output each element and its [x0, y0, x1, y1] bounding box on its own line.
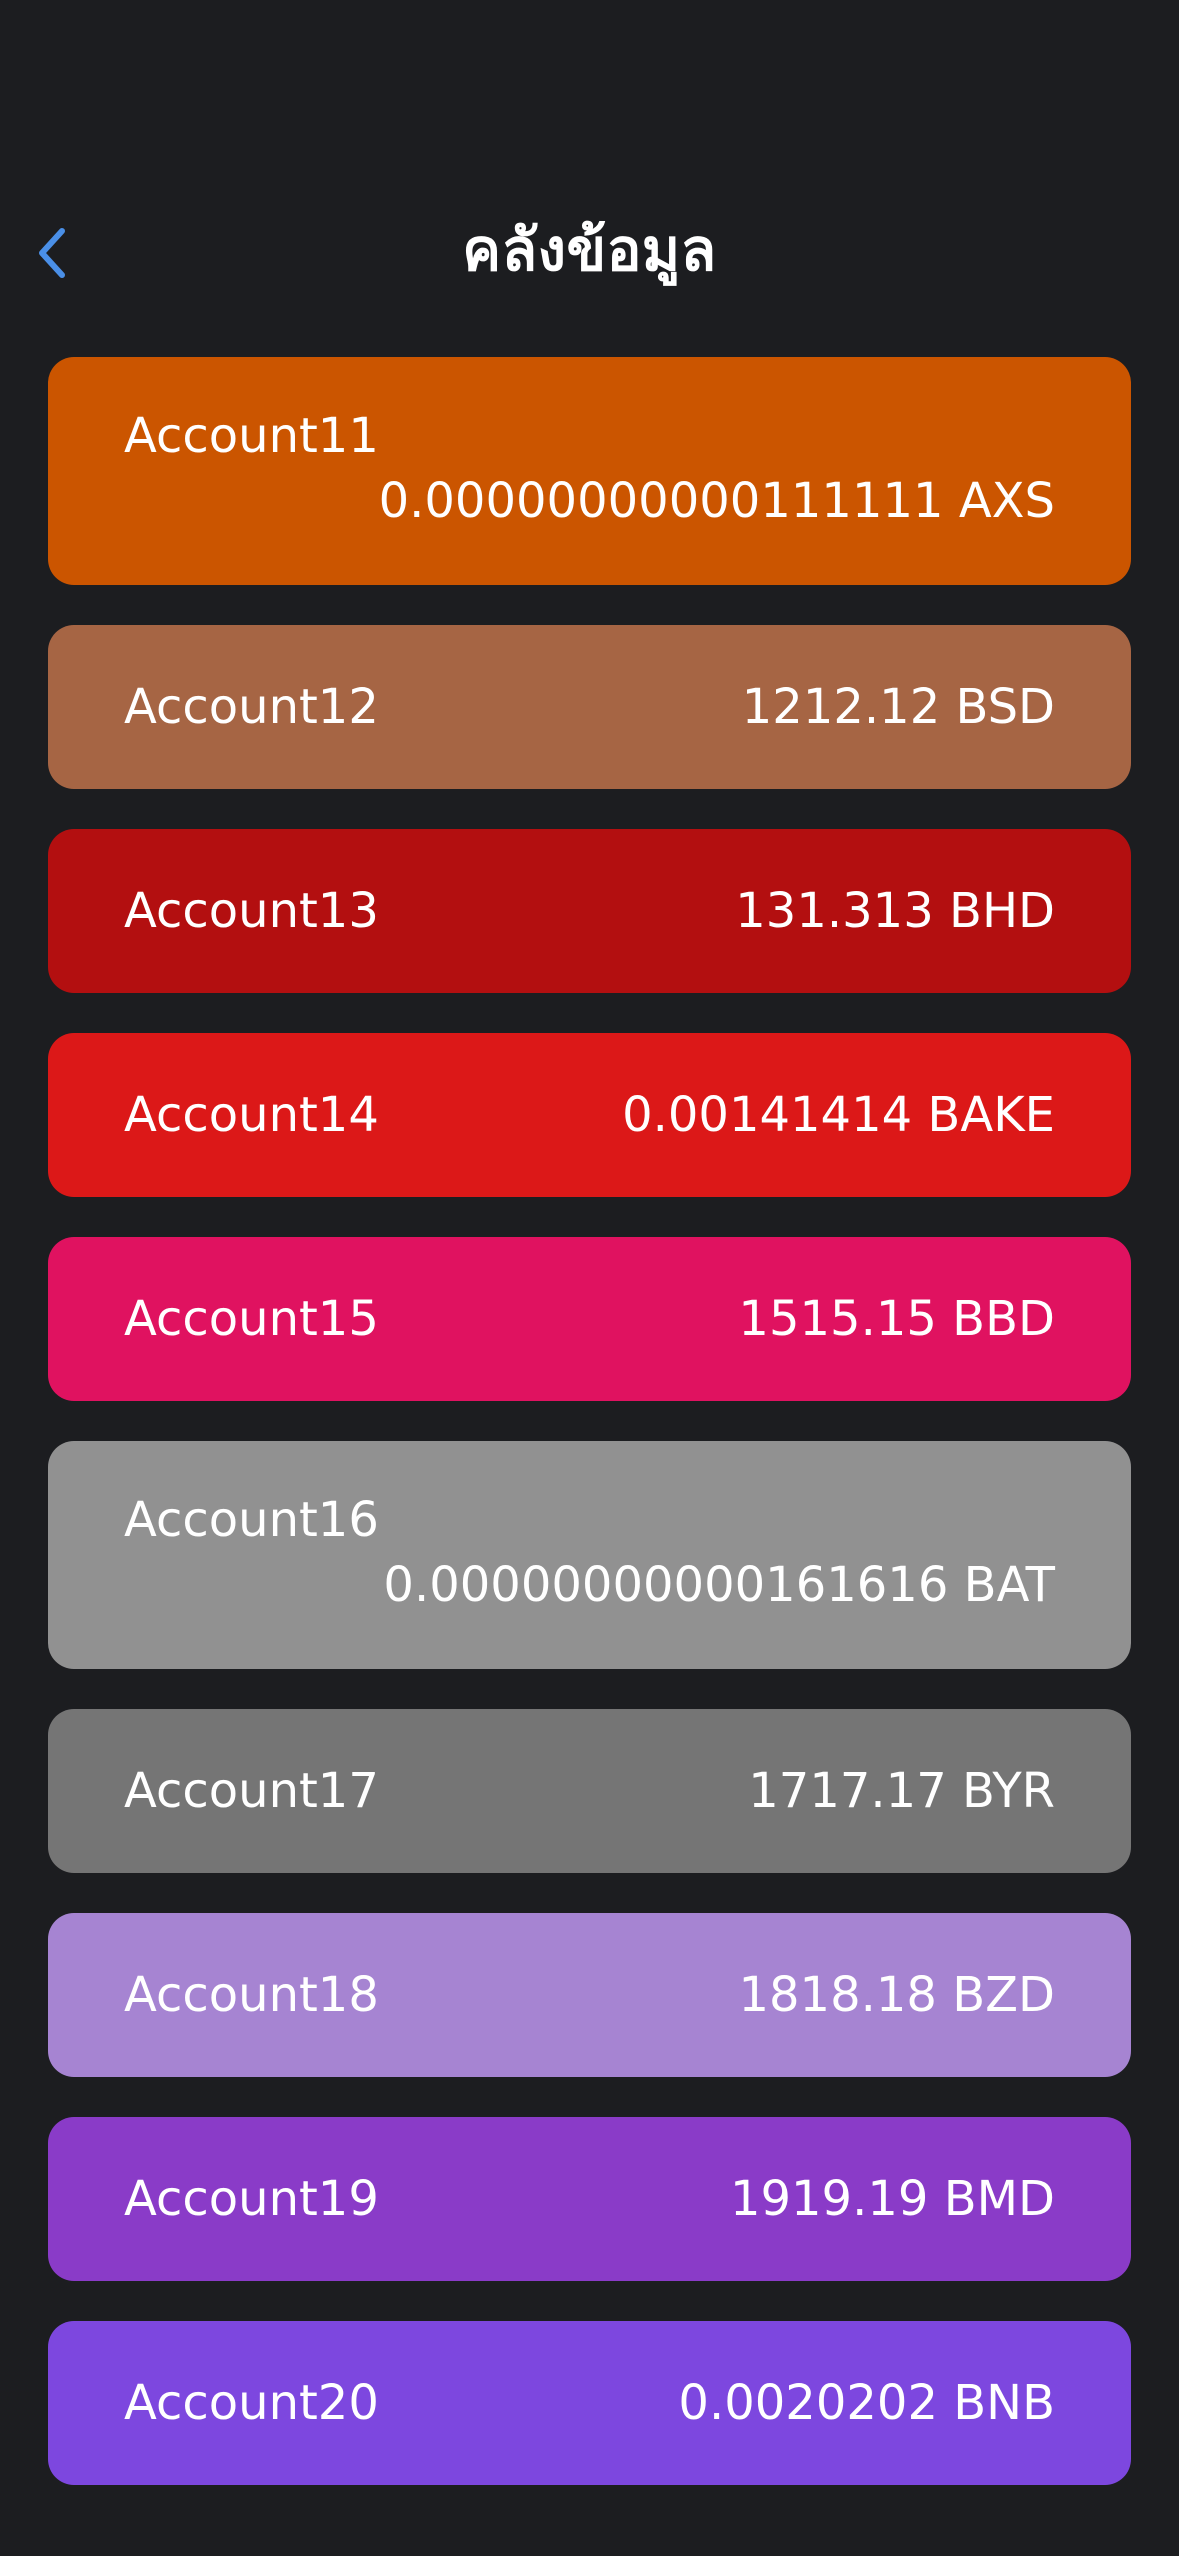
account-name: Account17 — [124, 1763, 379, 1819]
account-balance: 1919.19 BMD — [729, 2171, 1055, 2227]
account-balance: 131.313 BHD — [735, 883, 1055, 939]
account-list: Account11 0.00000000000111111 AXS Accoun… — [48, 357, 1131, 2525]
account-name: Account14 — [124, 1087, 379, 1143]
account-balance: 1212.12 BSD — [741, 679, 1055, 735]
account-name: Account12 — [124, 679, 379, 735]
account-name: Account18 — [124, 1967, 379, 2023]
account-balance: 1818.18 BZD — [738, 1967, 1055, 2023]
navigation-bar: คลังข้อมูล — [0, 190, 1179, 310]
account-name: Account20 — [124, 2375, 379, 2431]
account-card[interactable]: Account11 0.00000000000111111 AXS — [48, 357, 1131, 585]
account-card[interactable]: Account13 131.313 BHD — [48, 829, 1131, 993]
account-name: Account13 — [124, 883, 379, 939]
page-title: คลังข้อมูล — [462, 216, 717, 284]
account-balance: 1717.17 BYR — [748, 1763, 1055, 1819]
account-card[interactable]: Account14 0.00141414 BAKE — [48, 1033, 1131, 1197]
account-card[interactable]: Account19 1919.19 BMD — [48, 2117, 1131, 2281]
account-balance: 0.00141414 BAKE — [622, 1087, 1055, 1143]
screen: { "header": { "back_icon": "chevron-left… — [0, 0, 1179, 2556]
account-card[interactable]: Account17 1717.17 BYR — [48, 1709, 1131, 1873]
account-balance: 0.00000000000111111 AXS — [378, 473, 1055, 529]
account-name: Account15 — [124, 1291, 379, 1347]
account-balance: 0.00000000000161616 BAT — [383, 1557, 1055, 1613]
account-name: Account19 — [124, 2171, 379, 2227]
account-card[interactable]: Account20 0.0020202 BNB — [48, 2321, 1131, 2485]
account-card[interactable]: Account15 1515.15 BBD — [48, 1237, 1131, 1401]
account-card[interactable]: Account18 1818.18 BZD — [48, 1913, 1131, 2077]
account-card[interactable]: Account12 1212.12 BSD — [48, 625, 1131, 789]
account-card[interactable]: Account16 0.00000000000161616 BAT — [48, 1441, 1131, 1669]
account-balance: 1515.15 BBD — [738, 1291, 1055, 1347]
account-name: Account11 — [124, 408, 379, 464]
account-balance: 0.0020202 BNB — [678, 2375, 1055, 2431]
account-name: Account16 — [124, 1492, 379, 1548]
